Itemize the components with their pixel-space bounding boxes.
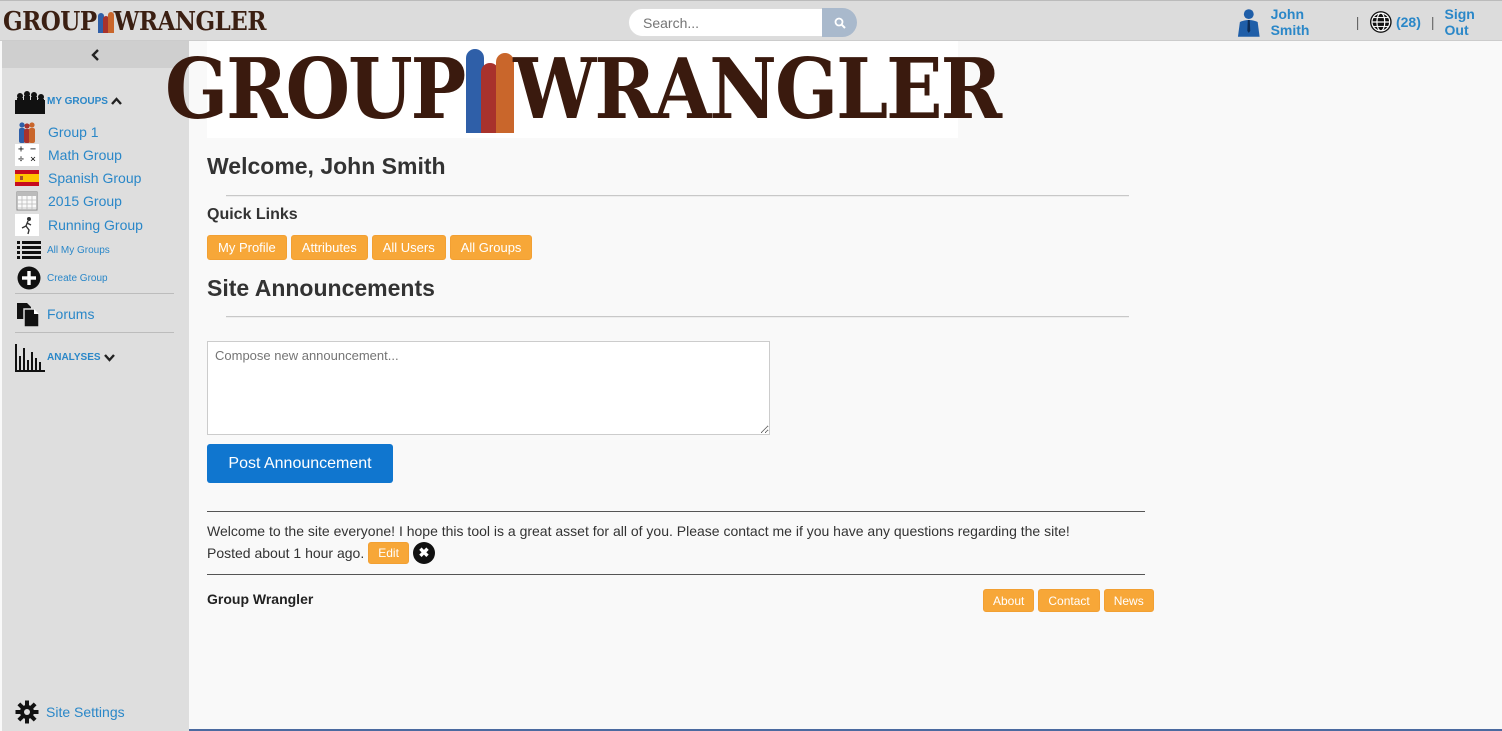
brand-banner: GROUP WRANGLER [165, 41, 1002, 138]
sidebar-item-label: Math Group [48, 147, 122, 163]
runner-icon [15, 214, 39, 236]
announcements-title: Site Announcements [207, 275, 435, 301]
sidebar-item-label: Forums [47, 306, 95, 322]
people-icon [15, 121, 39, 143]
divider [226, 316, 1129, 318]
chevron-up-icon [111, 96, 122, 105]
announcement-input[interactable] [207, 341, 770, 435]
sidebar-item-site-settings[interactable]: Site Settings [15, 700, 125, 724]
footer-brand: Group Wrangler [207, 591, 314, 607]
announcement-meta: Posted about 1 hour ago. Edit ✖ [207, 542, 435, 564]
sign-out-link[interactable]: Sign Out [1445, 6, 1502, 38]
attributes-button[interactable]: Attributes [290, 235, 368, 260]
chevron-down-icon [103, 353, 115, 362]
all-groups-button[interactable]: All Groups [449, 235, 533, 260]
quick-links-title: Quick Links [207, 206, 298, 223]
sidebar-item-forums[interactable]: Forums [15, 303, 95, 327]
sidebar-item-running-group[interactable]: Running Group [15, 214, 143, 236]
banner-figures-icon [466, 47, 515, 133]
sidebar-item-math-group[interactable]: + − ÷ × Math Group [15, 144, 122, 166]
spain-flag-icon [15, 167, 39, 189]
brand-text-left: GROUP [3, 5, 97, 37]
globe-icon[interactable] [1369, 10, 1393, 34]
news-button[interactable]: News [1103, 589, 1154, 612]
group-people-icon [15, 91, 45, 114]
sidebar-item-label: Spanish Group [48, 170, 142, 186]
banner-text-right: WRANGLER [513, 41, 1002, 138]
my-groups-label: MY GROUPS [47, 95, 108, 107]
brand-text-right: WRANGLER [113, 5, 267, 37]
quick-links: My Profile Attributes All Users All Grou… [207, 235, 533, 260]
user-nav: John Smith | (28) | Sign Out [1234, 6, 1502, 38]
my-profile-button[interactable]: My Profile [207, 235, 287, 260]
sidebar-item-label: Create Group [47, 272, 108, 284]
user-avatar-icon [1237, 9, 1260, 37]
sidebar-item-all-my-groups[interactable]: All My Groups [17, 237, 110, 263]
announcement-timestamp: Posted about 1 hour ago. [207, 545, 365, 561]
brand-logo[interactable]: GROUP WRANGLER [3, 5, 267, 37]
user-name-link[interactable]: John Smith [1271, 6, 1346, 38]
sidebar-item-group-1[interactable]: Group 1 [15, 121, 99, 143]
top-bar: GROUP WRANGLER John Smith | [0, 0, 1502, 41]
announcement-text: Welcome to the site everyone! I hope thi… [207, 523, 1070, 539]
sidebar-item-2015-group[interactable]: 2015 Group [15, 190, 122, 212]
separator: | [1430, 14, 1435, 30]
my-groups-header[interactable]: MY GROUPS [15, 88, 122, 114]
contact-button[interactable]: Contact [1038, 589, 1100, 612]
notification-count[interactable]: (28) [1396, 14, 1421, 30]
math-symbols-icon: + − ÷ × [15, 144, 39, 166]
sidebar-item-label: All My Groups [47, 244, 110, 256]
sidebar-divider [15, 332, 174, 333]
divider [207, 574, 1145, 575]
sidebar-collapse-button[interactable] [2, 41, 189, 68]
all-users-button[interactable]: All Users [371, 235, 446, 260]
analyses-header[interactable]: ANALYSES [15, 342, 115, 372]
about-button[interactable]: About [983, 589, 1035, 612]
sidebar-item-spanish-group[interactable]: Spanish Group [15, 167, 141, 189]
sidebar-divider [15, 293, 174, 294]
sidebar-item-label: Site Settings [46, 704, 125, 720]
sidebar: MY GROUPS Group 1 + − ÷ × Math Group Spa… [2, 41, 189, 731]
post-announcement-button[interactable]: Post Announcement [207, 444, 393, 483]
edit-button[interactable]: Edit [368, 542, 409, 564]
search-input[interactable] [628, 8, 824, 37]
gear-icon [15, 700, 39, 724]
search-bar [628, 8, 857, 37]
footer-links: About Contact News [983, 589, 1154, 612]
brand-figures-icon [97, 9, 114, 33]
search-button[interactable] [822, 8, 857, 37]
analyses-label: ANALYSES [47, 351, 101, 363]
divider [226, 195, 1129, 197]
sidebar-item-create-group[interactable]: Create Group [17, 265, 108, 291]
bar-chart-icon [15, 344, 45, 372]
search-icon [834, 17, 846, 29]
banner-text-left: GROUP [164, 41, 466, 138]
sidebar-item-label: Running Group [48, 217, 143, 233]
documents-icon [17, 303, 40, 327]
chevron-left-icon [90, 48, 99, 61]
page-title: Welcome, John Smith [207, 153, 446, 179]
calendar-icon [15, 190, 39, 212]
delete-icon[interactable]: ✖ [412, 542, 435, 564]
list-icon [17, 241, 41, 259]
sidebar-item-label: Group 1 [48, 124, 99, 140]
sidebar-item-label: 2015 Group [48, 193, 122, 209]
plus-circle-icon [17, 266, 41, 290]
divider [207, 511, 1145, 512]
separator: | [1355, 14, 1360, 30]
